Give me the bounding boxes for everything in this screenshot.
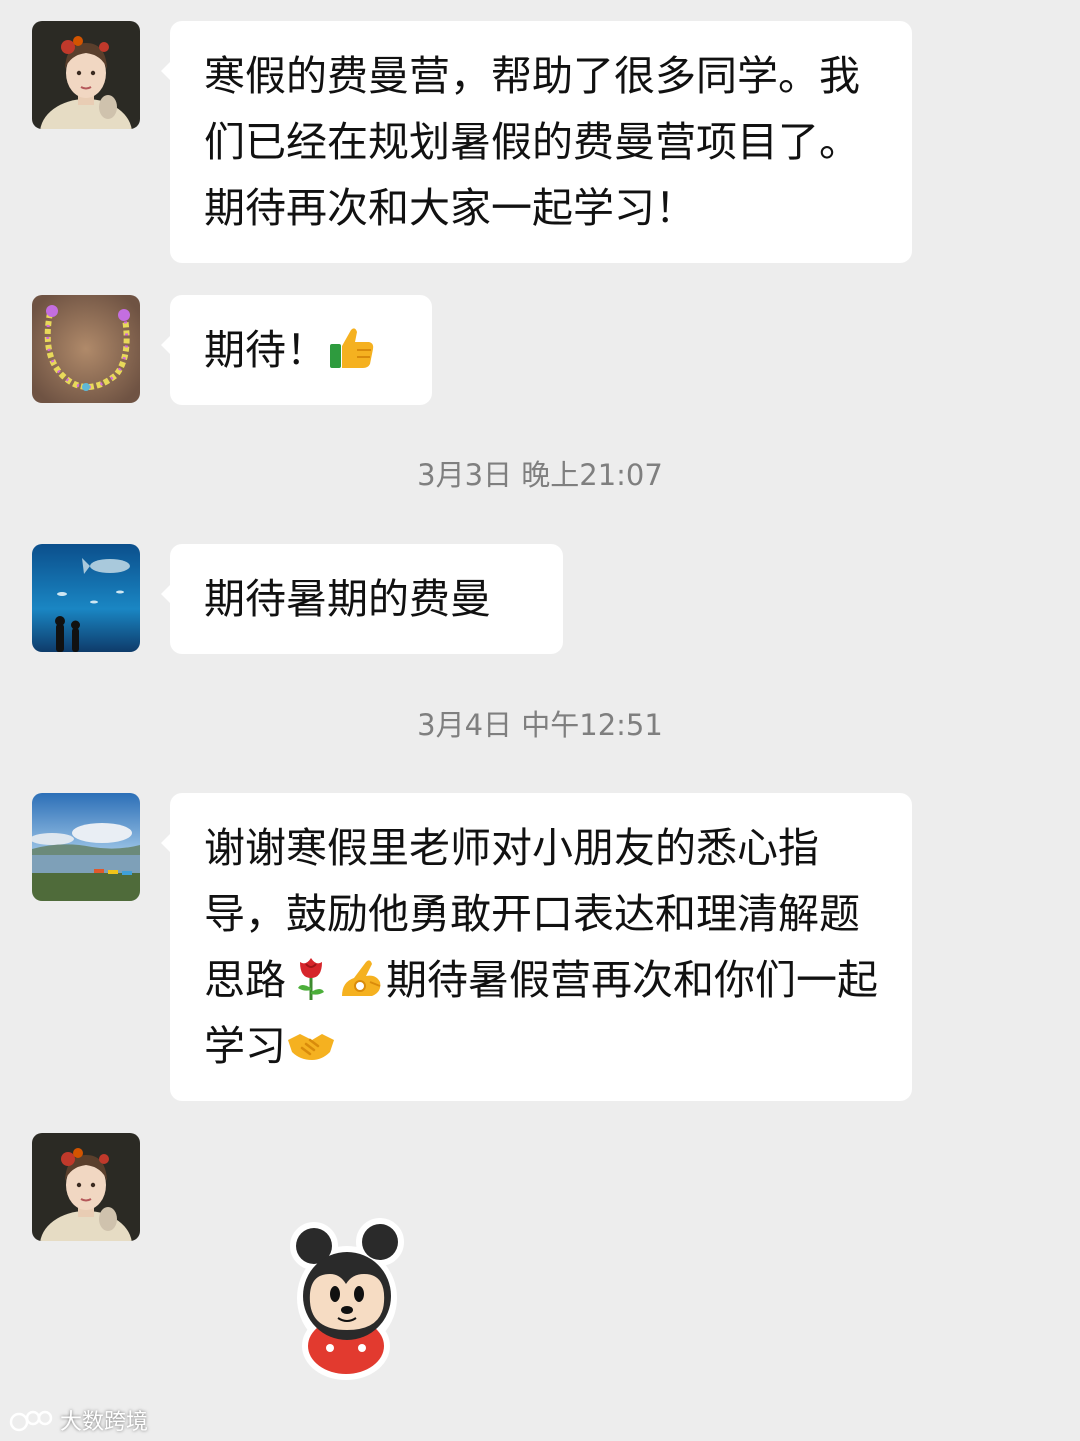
bead-necklace-icon	[32, 295, 140, 403]
bubble-tail	[161, 833, 171, 853]
rose-icon	[286, 952, 336, 1002]
handshake-icon	[286, 1018, 336, 1068]
ok-hand-icon	[336, 952, 386, 1002]
avatar-bead-necklace[interactable]	[32, 295, 140, 403]
message-bubble-4[interactable]: 谢谢寒假里老师对小朋友的悉心指导，鼓励他勇敢开口表达和理清解题思路 期待暑假营再…	[161, 793, 912, 1101]
bubble-tail	[161, 335, 171, 355]
aquarium-icon	[32, 544, 140, 652]
mickey-mouse-sticker[interactable]	[286, 1218, 408, 1383]
girl-portrait-icon	[32, 21, 140, 129]
message-bubble-3[interactable]: 期待暑期的费曼	[161, 544, 563, 654]
bubble-tail	[161, 61, 171, 81]
avatar-lake-landscape[interactable]	[32, 793, 140, 901]
message-bubble-2[interactable]: 期待！	[161, 295, 432, 405]
message-text: 期待暑期的费曼	[204, 575, 491, 623]
avatar-girl-portrait[interactable]	[32, 1133, 140, 1241]
lake-landscape-icon	[32, 793, 140, 901]
message-text: 期待！	[204, 326, 327, 374]
watermark-text: 大数跨境	[60, 1410, 149, 1435]
weibo-logo-icon	[9, 1410, 53, 1432]
thumbs-up-icon	[327, 322, 377, 372]
watermark: 大数跨境	[8, 1405, 148, 1435]
timestamp: 3月3日 晚上21:07	[417, 458, 663, 492]
avatar-girl-portrait[interactable]	[32, 21, 140, 129]
timestamp: 3月4日 中午12:51	[417, 708, 663, 742]
avatar-aquarium[interactable]	[32, 544, 140, 652]
girl-portrait-icon	[32, 1133, 140, 1241]
message-text: 寒假的费曼营，帮助了很多同学。我们已经在规划暑假的费曼营项目了。期待再次和大家一…	[204, 52, 860, 232]
bubble-tail	[161, 584, 171, 604]
message-bubble-1[interactable]: 寒假的费曼营，帮助了很多同学。我们已经在规划暑假的费曼营项目了。期待再次和大家一…	[161, 21, 912, 263]
